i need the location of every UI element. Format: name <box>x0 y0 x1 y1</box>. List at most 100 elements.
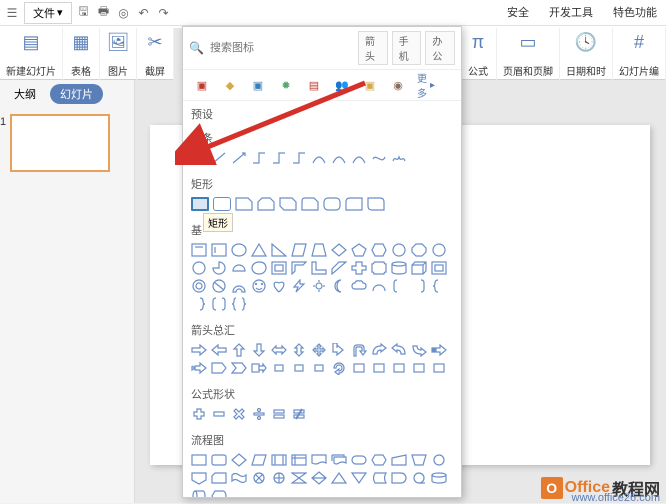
double-bracket-shape[interactable] <box>211 297 227 311</box>
callout-arrow-shape[interactable] <box>251 361 267 375</box>
sun-shape[interactable] <box>311 279 327 293</box>
multiply-shape[interactable] <box>231 407 247 421</box>
tab-security[interactable]: 安全 <box>503 2 533 22</box>
donut-shape[interactable] <box>191 279 207 293</box>
ribbon-screenshot[interactable]: ✂ 截屏 <box>137 28 174 80</box>
diamond-shape[interactable] <box>331 243 347 257</box>
process-shape[interactable] <box>191 453 207 467</box>
circular-arrow-shape[interactable] <box>331 361 347 375</box>
tab-features[interactable]: 特色功能 <box>609 2 661 22</box>
bracket-shape[interactable] <box>391 279 407 293</box>
color-icon[interactable]: ▤ <box>305 76 323 94</box>
minus-shape[interactable] <box>211 407 227 421</box>
summing-shape[interactable] <box>251 471 267 485</box>
internal-shape[interactable] <box>291 453 307 467</box>
color-icon[interactable]: ◆ <box>221 76 239 94</box>
curve-shape[interactable] <box>311 151 327 165</box>
delay-shape[interactable] <box>391 471 407 485</box>
connector-shape[interactable] <box>291 151 307 165</box>
brace-shape[interactable] <box>191 297 207 311</box>
rounded-rect-shape[interactable] <box>213 197 231 211</box>
ribbon-new-slide[interactable]: ▤ 新建幻灯片 <box>0 28 63 80</box>
terminator-shape[interactable] <box>351 453 367 467</box>
connector-shape[interactable] <box>251 151 267 165</box>
cross-shape[interactable] <box>351 261 367 275</box>
tab-slides[interactable]: 幻灯片 <box>50 84 103 104</box>
save-icon[interactable]: 🖫 <box>76 5 92 21</box>
arrow-line-shape[interactable] <box>231 151 247 165</box>
round-rect-shape[interactable] <box>323 197 341 211</box>
striped-arrow-shape[interactable] <box>431 343 447 357</box>
decision-shape[interactable] <box>231 453 247 467</box>
more-icons-link[interactable]: 更多 ▸ <box>417 76 435 94</box>
rectangle-shape[interactable] <box>191 197 209 211</box>
chord-shape[interactable] <box>231 261 247 275</box>
offpage-shape[interactable] <box>191 471 207 485</box>
callout-arrow-shape[interactable] <box>411 361 427 375</box>
preview-icon[interactable]: ◎ <box>116 5 132 21</box>
connector-shape[interactable] <box>431 453 447 467</box>
curve-shape[interactable] <box>351 151 367 165</box>
tag-phone[interactable]: 手机 <box>392 31 422 65</box>
bevel-shape[interactable] <box>431 261 447 275</box>
ribbon-formula[interactable]: π 公式 <box>460 28 497 80</box>
snip-rect-shape[interactable] <box>257 197 275 211</box>
brace-shape[interactable] <box>431 279 447 293</box>
multidoc-shape[interactable] <box>331 453 347 467</box>
parallelogram-shape[interactable] <box>291 243 307 257</box>
bent-arrow-shape[interactable] <box>331 343 347 357</box>
can-shape[interactable] <box>391 261 407 275</box>
seq-storage-shape[interactable] <box>411 471 427 485</box>
color-icon[interactable]: ◉ <box>389 76 407 94</box>
heptagon-shape[interactable] <box>391 243 407 257</box>
curved-arrow-shape[interactable] <box>411 343 427 357</box>
arc-shape[interactable] <box>371 279 387 293</box>
scribble-shape[interactable] <box>391 151 407 165</box>
card-shape[interactable] <box>211 471 227 485</box>
quad-arrow-shape[interactable] <box>311 343 327 357</box>
curved-arrow-shape[interactable] <box>391 343 407 357</box>
moon-shape[interactable] <box>331 279 347 293</box>
block-arc-shape[interactable] <box>231 279 247 293</box>
triangle-shape[interactable] <box>251 243 267 257</box>
color-icon[interactable]: ▣ <box>361 76 379 94</box>
plaque-shape[interactable] <box>371 261 387 275</box>
tab-devtools[interactable]: 开发工具 <box>545 2 597 22</box>
curved-arrow-shape[interactable] <box>371 343 387 357</box>
arrow-ud-shape[interactable] <box>291 343 307 357</box>
tab-outline[interactable]: 大纲 <box>4 84 46 104</box>
data-shape[interactable] <box>251 453 267 467</box>
color-icon[interactable]: 👥 <box>333 76 351 94</box>
slide-thumbnail[interactable]: 1 <box>10 114 110 172</box>
l-shape[interactable] <box>311 261 327 275</box>
color-icon[interactable]: ✹ <box>277 76 295 94</box>
oval-shape[interactable] <box>231 243 247 257</box>
file-menu-button[interactable]: 文件 ▾ <box>24 2 72 24</box>
manual-op-shape[interactable] <box>411 453 427 467</box>
callout-arrow-shape[interactable] <box>311 361 327 375</box>
extract-shape[interactable] <box>331 471 347 485</box>
pentagon-shape[interactable] <box>351 243 367 257</box>
callout-arrow-shape[interactable] <box>271 361 287 375</box>
document-shape[interactable] <box>311 453 327 467</box>
tape-shape[interactable] <box>231 471 247 485</box>
snip-rect-shape[interactable] <box>235 197 253 211</box>
octagon-shape[interactable] <box>411 243 427 257</box>
pie-shape[interactable] <box>211 261 227 275</box>
cube-shape[interactable] <box>411 261 427 275</box>
mag-disk-shape[interactable] <box>431 471 447 485</box>
divide-shape[interactable] <box>251 407 267 421</box>
line-shape[interactable] <box>191 151 207 165</box>
collate-shape[interactable] <box>291 471 307 485</box>
merge-shape[interactable] <box>351 471 367 485</box>
or-shape[interactable] <box>271 471 287 485</box>
direct-storage-shape[interactable] <box>191 489 207 498</box>
arrow-right-shape[interactable] <box>191 343 207 357</box>
bracket-shape[interactable] <box>411 279 427 293</box>
ribbon-table[interactable]: ▦ 表格 <box>63 28 100 80</box>
snip-rect-shape[interactable] <box>279 197 297 211</box>
alt-process-shape[interactable] <box>211 453 227 467</box>
tag-office[interactable]: 办公 <box>425 31 455 65</box>
redo-icon[interactable]: ↷ <box>156 5 172 21</box>
frame-shape[interactable] <box>271 261 287 275</box>
